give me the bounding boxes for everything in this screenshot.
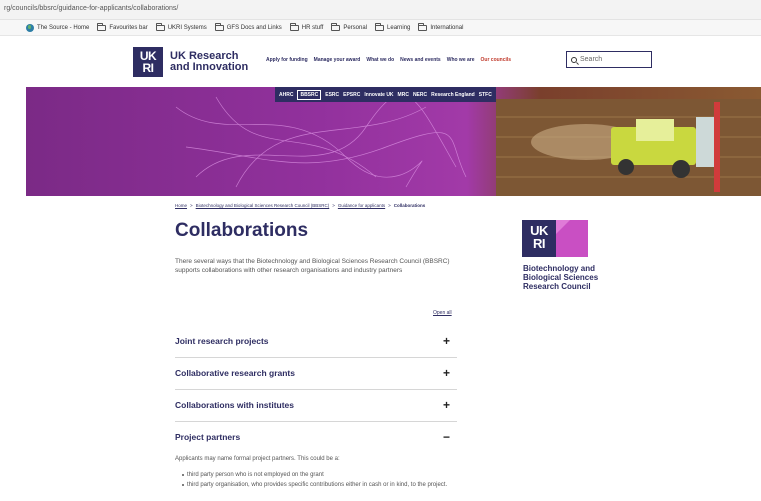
nav-news-and-events[interactable]: News and events <box>400 57 441 63</box>
breadcrumb-current: Collaborations <box>393 203 426 208</box>
page-intro: There several ways that the Biotechnolog… <box>175 258 450 274</box>
nav-what-we-do[interactable]: What we do <box>366 57 394 63</box>
bbsrc-logo-ukri: UK RI <box>522 220 556 257</box>
bookmark-favourites-bar[interactable]: Favourites bar <box>97 22 148 31</box>
folder-icon <box>289 22 299 31</box>
folder-icon <box>375 22 385 31</box>
search-icon <box>571 56 577 63</box>
list-item: third party person who is not employed o… <box>182 471 465 480</box>
bookmark-ukri-systems[interactable]: UKRI Systems <box>155 22 207 31</box>
bbsrc-logo-accent <box>556 220 588 257</box>
folder-icon <box>331 22 341 31</box>
bookmarks-bar: The Source - Home Favourites bar UKRI Sy… <box>0 20 761 36</box>
bookmark-the-source-home[interactable]: The Source - Home <box>26 23 90 32</box>
logo-line-2: RI <box>142 61 155 75</box>
council-name: Biotechnology and Biological Sciences Re… <box>523 264 599 291</box>
list-item: third party organisation, who provides s… <box>182 481 465 490</box>
council-mrc[interactable]: MRC <box>398 92 409 98</box>
bookmark-gfs-docs[interactable]: GFS Docs and Links <box>214 22 282 31</box>
accordion-label: Joint research projects <box>175 336 269 346</box>
bbsrc-logo[interactable]: UK RI <box>522 220 588 257</box>
minus-icon: − <box>442 430 450 444</box>
council-bbsrc[interactable]: BBSRC <box>297 89 322 100</box>
council-research-england[interactable]: Research England <box>431 92 475 98</box>
folder-icon <box>418 22 428 31</box>
nav-apply-for-funding[interactable]: Apply for funding <box>266 57 308 63</box>
partner-list: third party person who is not employed o… <box>175 471 465 490</box>
accordion-label: Collaborations with institutes <box>175 400 295 410</box>
nav-our-councils[interactable]: Our councils <box>481 57 512 63</box>
accordion-label: Collaborative research grants <box>175 368 295 378</box>
bookmark-learning[interactable]: Learning <box>375 22 411 31</box>
plus-icon: + <box>442 334 450 348</box>
bookmark-personal[interactable]: Personal <box>331 22 368 31</box>
site-header: UK RI UK Research and Innovation Apply f… <box>0 37 761 85</box>
folder-icon <box>155 22 165 31</box>
globe-icon <box>26 23 34 32</box>
breadcrumb-separator: > <box>388 203 391 208</box>
breadcrumb-bbsrc[interactable]: Biotechnology and Biological Sciences Re… <box>196 203 330 208</box>
council-epsrc[interactable]: EPSRC <box>343 92 360 98</box>
council-innovate-uk[interactable]: Innovate UK <box>364 92 393 98</box>
council-esrc[interactable]: ESRC <box>325 92 339 98</box>
bbsrc-logo-line-2: RI <box>533 236 546 251</box>
address-bar[interactable]: rg/councils/bbsrc/guidance-for-applicant… <box>0 0 761 20</box>
council-stfc[interactable]: STFC <box>479 92 492 98</box>
councils-nav: AHRC BBSRC ESRC EPSRC Innovate UK MRC NE… <box>275 87 496 102</box>
page-title: Collaborations <box>175 220 309 241</box>
accordion-collaborative-grants[interactable]: Collaborative research grants + <box>175 357 457 390</box>
breadcrumb: Home > Biotechnology and Biological Scie… <box>175 203 425 208</box>
bookmark-international[interactable]: International <box>418 22 464 31</box>
council-nerc[interactable]: NERC <box>413 92 427 98</box>
ukri-logo[interactable]: UK RI <box>133 47 163 77</box>
open-all-link[interactable]: Open all <box>433 310 452 316</box>
main-nav: Apply for funding Manage your award What… <box>266 57 511 63</box>
breadcrumb-separator: > <box>332 203 335 208</box>
org-name-line-2: and Innovation <box>170 61 249 73</box>
accordion-body-project-partners: Applicants may name formal project partn… <box>175 455 465 491</box>
search-input[interactable]: Search <box>566 51 652 68</box>
hero-banner: AHRC BBSRC ESRC EPSRC Innovate UK MRC NE… <box>26 87 761 196</box>
folder-icon <box>97 22 107 31</box>
bookmark-hr-stuff[interactable]: HR stuff <box>289 22 324 31</box>
bookmark-label: Personal <box>343 24 368 31</box>
bookmark-label: Learning <box>387 24 411 31</box>
breadcrumb-guidance[interactable]: Guidance for applicants <box>338 203 385 208</box>
accordion-institutes[interactable]: Collaborations with institutes + <box>175 389 457 422</box>
bookmark-label: The Source - Home <box>37 24 90 31</box>
bookmark-label: Favourites bar <box>109 24 148 31</box>
org-name[interactable]: UK Research and Innovation <box>170 51 248 73</box>
bookmark-label: HR stuff <box>301 24 324 31</box>
search-placeholder: Search <box>580 56 603 63</box>
plus-icon: + <box>442 366 450 380</box>
bookmark-label: GFS Docs and Links <box>226 24 282 31</box>
folder-icon <box>214 22 224 31</box>
accordion-body-text: Applicants may name formal project partn… <box>175 456 340 462</box>
breadcrumb-separator: > <box>190 203 193 208</box>
council-ahrc[interactable]: AHRC <box>279 92 293 98</box>
bookmark-label: UKRI Systems <box>167 24 207 31</box>
accordion-joint-research[interactable]: Joint research projects + <box>175 325 457 358</box>
plus-icon: + <box>442 398 450 412</box>
bookmark-label: International <box>430 24 464 31</box>
accordion-label: Project partners <box>175 432 241 442</box>
nav-manage-your-award[interactable]: Manage your award <box>314 57 361 63</box>
banner-illustration <box>175 94 761 196</box>
accordion-project-partners[interactable]: Project partners − <box>175 421 457 453</box>
breadcrumb-home[interactable]: Home <box>175 203 187 208</box>
nav-who-we-are[interactable]: Who we are <box>447 57 475 63</box>
